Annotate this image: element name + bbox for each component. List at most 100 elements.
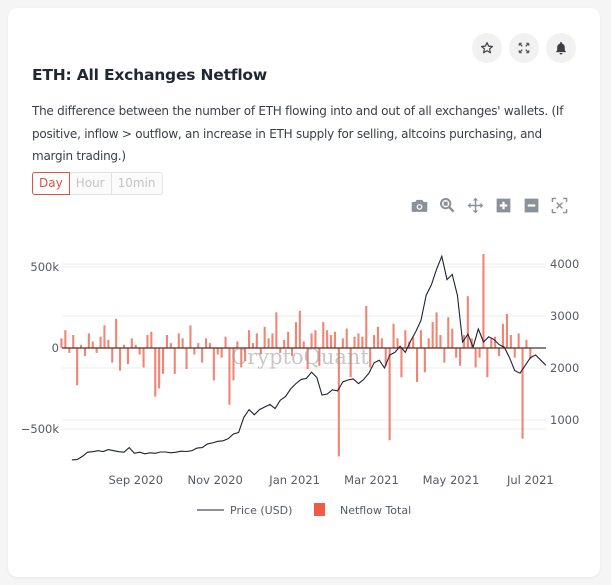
netflow-bar (459, 348, 462, 366)
y-right-tick-label: 4000 (550, 257, 579, 271)
x-tick-label: Jul 2021 (506, 473, 554, 487)
netflow-bar (404, 330, 407, 348)
y-left-tick-label: −500k (21, 422, 60, 436)
netflow-bar (220, 348, 223, 358)
netflow-bar (189, 325, 192, 348)
netflow-bar (216, 348, 219, 355)
netflow-bar (365, 305, 368, 348)
netflow-bar (505, 314, 508, 348)
netflow-bar (158, 348, 161, 389)
netflow-bar (373, 335, 376, 348)
netflow-bar (380, 338, 383, 348)
netflow-bar (205, 338, 208, 348)
netflow-bar (185, 348, 188, 370)
netflow-bar (165, 335, 168, 348)
netflow-bar (83, 348, 86, 357)
netflow-bar (431, 322, 434, 348)
netflow-bar (525, 339, 528, 348)
netflow-bar (482, 254, 485, 348)
netflow-chart[interactable]: CryptoQuant 500k0−500k 4000300020001000 … (0, 0, 611, 585)
netflow-bar (68, 348, 71, 353)
netflow-bar (451, 328, 454, 348)
netflow-bar (224, 336, 227, 348)
chart-legend: Price (USD) Netflow Total (197, 503, 411, 517)
netflow-bar (95, 348, 98, 353)
netflow-bar (494, 336, 497, 348)
netflow-bar (91, 341, 94, 348)
netflow-bar (193, 348, 196, 355)
netflow-bar (87, 333, 90, 348)
netflow-bar (107, 339, 110, 348)
netflow-bar (181, 338, 184, 348)
y-left-tick-label: 500k (30, 260, 59, 274)
netflow-bar (478, 348, 481, 358)
netflow-bar (99, 336, 102, 348)
netflow-bar (435, 312, 438, 348)
netflow-bar (521, 348, 524, 439)
netflow-bar (142, 348, 145, 368)
netflow-bar (72, 335, 75, 348)
x-axis-ticks: Sep 2020 Nov 2020 Jan 2021 Mar 2021 May 2021… (108, 473, 553, 487)
netflow-bar (197, 343, 200, 348)
netflow-bar (400, 348, 403, 378)
netflow-bar (103, 325, 106, 348)
y-right-tick-label: 2000 (550, 361, 579, 375)
netflow-bar (423, 348, 426, 373)
netflow-bar (439, 335, 442, 348)
y-right-tick-label: 3000 (550, 309, 579, 323)
netflow-bar (388, 348, 391, 441)
netflow-bar (513, 348, 516, 358)
x-tick-label: Jan 2021 (268, 473, 320, 487)
netflow-bar (486, 348, 489, 378)
netflow-bar (275, 312, 278, 348)
netflow-bar (130, 338, 133, 348)
netflow-bar (455, 348, 458, 358)
netflow-bar (60, 338, 63, 348)
netflow-bar (208, 343, 211, 348)
y-axis-left-ticks: 500k 0 −500k (21, 260, 60, 436)
netflow-bar (169, 343, 172, 348)
netflow-bar (392, 323, 395, 348)
netflow-bar (154, 348, 157, 397)
netflow-bar (177, 333, 180, 348)
netflow-bar (419, 330, 422, 348)
netflow-bar (369, 348, 372, 368)
netflow-bar (376, 326, 379, 348)
netflow-bar (447, 317, 450, 348)
netflow-bar (298, 310, 301, 348)
netflow-bar (498, 348, 501, 357)
netflow-bar (173, 348, 176, 374)
netflow-bar (490, 338, 493, 348)
netflow-bar (501, 323, 504, 348)
netflow-bar (517, 333, 520, 348)
netflow-bar (138, 348, 141, 355)
watermark: CryptoQuant (231, 345, 369, 369)
netflow-bar (466, 296, 469, 348)
netflow-bar (474, 348, 477, 368)
netflow-bar (126, 348, 129, 365)
netflow-bar (201, 348, 204, 363)
x-tick-label: Sep 2020 (108, 473, 163, 487)
netflow-bar (76, 348, 79, 386)
netflow-bar (443, 348, 446, 363)
netflow-bar (115, 318, 118, 348)
netflow-bar (119, 348, 122, 371)
y-left-tick-label: 0 (52, 341, 59, 355)
netflow-bar (416, 348, 419, 382)
netflow-bar (212, 348, 215, 381)
legend-netflow-swatch (314, 503, 325, 516)
legend-price-label[interactable]: Price (USD) (230, 504, 292, 517)
netflow-bar (146, 335, 149, 348)
netflow-bar (162, 348, 165, 374)
netflow-bar (509, 335, 512, 348)
x-tick-label: Nov 2020 (188, 473, 243, 487)
y-right-tick-label: 1000 (550, 413, 579, 427)
x-tick-label: May 2021 (423, 473, 480, 487)
netflow-bar (111, 348, 114, 363)
netflow-bar (427, 338, 430, 348)
netflow-bar (64, 330, 67, 348)
netflow-bar (150, 331, 153, 348)
y-axis-right-ticks: 4000 3000 2000 1000 (550, 257, 579, 427)
netflow-bar (396, 338, 399, 348)
legend-netflow-label[interactable]: Netflow Total (340, 504, 411, 517)
